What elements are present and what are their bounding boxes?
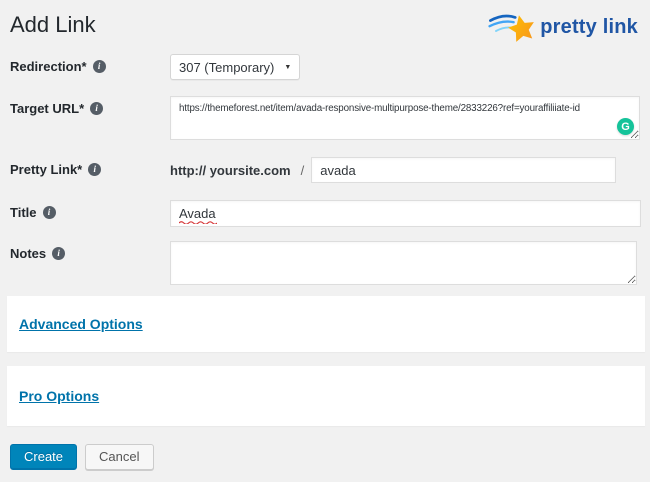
info-icon[interactable]: i: [88, 163, 102, 176]
pro-options-section: Pro Options: [7, 366, 645, 426]
advanced-options-section: Advanced Options: [7, 296, 645, 352]
pretty-link-star-icon: [488, 14, 535, 42]
info-icon[interactable]: i: [42, 206, 56, 219]
target-url-input[interactable]: https://themeforest.net/item/avada-respo…: [170, 96, 640, 140]
advanced-options-link[interactable]: Advanced Options: [19, 316, 143, 332]
add-link-form: Redirection* i 307 (Temporary) ▼ Target …: [10, 54, 641, 285]
target-url-label: Target URL*: [10, 101, 85, 116]
info-icon[interactable]: i: [52, 247, 66, 260]
pro-options-link[interactable]: Pro Options: [19, 388, 99, 404]
redirection-label: Redirection*: [10, 59, 87, 74]
pretty-link-separator: /: [300, 162, 305, 178]
info-icon[interactable]: i: [92, 60, 106, 73]
pretty-link-logo-text: pretty link: [540, 15, 638, 38]
info-icon[interactable]: i: [90, 102, 104, 115]
redirection-select[interactable]: 307 (Temporary) ▼: [170, 54, 301, 80]
pretty-link-slug-input[interactable]: [311, 157, 617, 183]
page-header: Add Link pretty link: [10, 0, 640, 42]
form-actions: Create Cancel: [10, 444, 640, 470]
page-title: Add Link: [10, 12, 96, 37]
pretty-link-domain-prefix: http:// yoursite.com: [170, 162, 291, 178]
redirection-row: Redirection* i 307 (Temporary) ▼: [10, 54, 640, 80]
chevron-down-icon: ▼: [284, 63, 292, 71]
notes-label: Notes: [10, 246, 47, 261]
pretty-link-logo: pretty link: [488, 10, 640, 44]
redirection-selected-value: 307 (Temporary): [179, 59, 275, 75]
title-input[interactable]: [170, 200, 641, 227]
cancel-button[interactable]: Cancel: [85, 444, 154, 470]
create-button[interactable]: Create: [10, 444, 78, 470]
pretty-link-label: Pretty Link*: [10, 162, 83, 177]
title-label: Title: [10, 205, 37, 220]
notes-input[interactable]: [170, 241, 637, 285]
target-url-row: Target URL* i https://themeforest.net/it…: [10, 96, 640, 140]
notes-row: Notes i: [10, 241, 640, 285]
title-row: Title i: [10, 200, 641, 227]
grammarly-icon[interactable]: G: [617, 118, 634, 135]
pretty-link-row: Pretty Link* i http:// yoursite.com /: [10, 157, 640, 183]
